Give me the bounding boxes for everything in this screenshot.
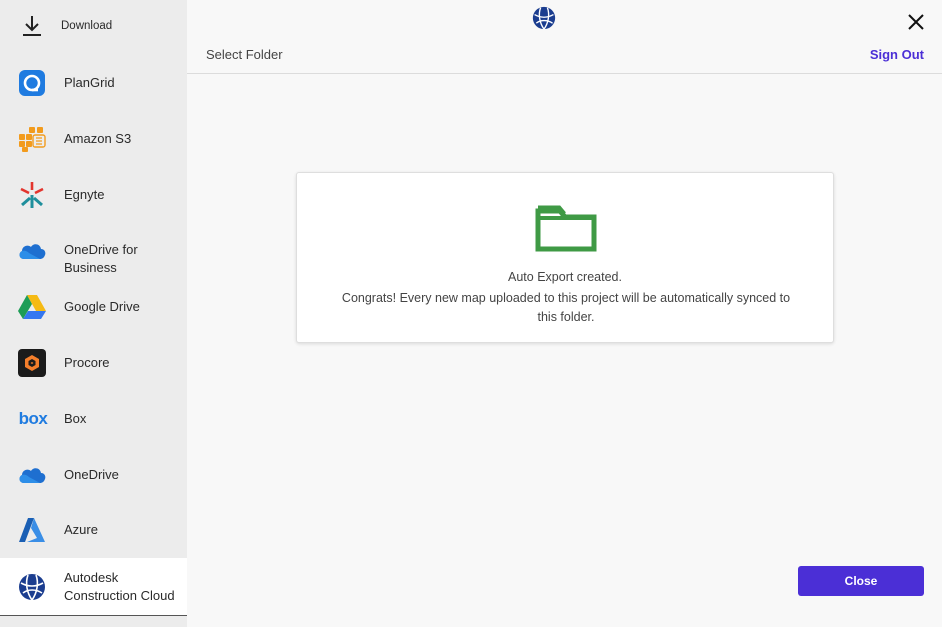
sidebar-item-amazon-s3[interactable]: Amazon S3 bbox=[0, 120, 187, 158]
sign-out-link[interactable]: Sign Out bbox=[870, 47, 924, 62]
success-title: Auto Export created. bbox=[508, 270, 622, 284]
sidebar-item-plangrid[interactable]: PlanGrid bbox=[0, 64, 187, 102]
autodesk-logo-icon bbox=[532, 6, 556, 30]
sidebar-item-label: Procore bbox=[64, 355, 110, 370]
breadcrumb: Select Folder bbox=[206, 47, 283, 62]
sidebar-item-autodesk[interactable]: Autodesk Construction Cloud bbox=[0, 558, 187, 616]
sidebar-item-label: PlanGrid bbox=[64, 75, 115, 90]
sidebar-item-label: OneDrive for Business bbox=[64, 242, 138, 275]
sidebar-item-google-drive[interactable]: Google Drive bbox=[0, 288, 187, 326]
success-card: Auto Export created. Congrats! Every new… bbox=[296, 172, 834, 343]
sidebar-item-procore[interactable]: Procore bbox=[0, 344, 187, 382]
sidebar-item-download[interactable]: Download bbox=[0, 8, 187, 44]
sidebar-item-label: Egnyte bbox=[64, 187, 105, 202]
azure-icon bbox=[18, 516, 46, 544]
close-icon[interactable] bbox=[906, 12, 926, 32]
sidebar-item-label: Google Drive bbox=[64, 299, 140, 314]
sidebar-item-label: Azure bbox=[64, 522, 98, 537]
sidebar-item-label: Box bbox=[64, 411, 87, 426]
close-button[interactable]: Close bbox=[798, 566, 924, 596]
autodesk-icon bbox=[18, 573, 46, 601]
success-message: Congrats! Every new map uploaded to this… bbox=[341, 291, 791, 324]
box-logo-text: box bbox=[18, 409, 48, 428]
box-icon: box bbox=[18, 405, 48, 433]
procore-icon bbox=[18, 349, 46, 377]
sidebar-item-label: Autodesk Construction Cloud bbox=[64, 570, 175, 603]
onedrive-icon bbox=[18, 461, 46, 489]
google-drive-icon bbox=[18, 293, 46, 321]
folder-icon bbox=[535, 203, 597, 253]
egnyte-icon bbox=[18, 181, 46, 209]
sidebar-item-label: OneDrive bbox=[64, 467, 119, 482]
sidebar-item-egnyte[interactable]: Egnyte bbox=[0, 176, 187, 214]
sidebar: Download PlanGrid Amazon S3 Egnyte OneDr… bbox=[0, 0, 187, 627]
plangrid-icon bbox=[18, 69, 46, 97]
sidebar-item-box[interactable]: box Box bbox=[0, 400, 187, 438]
sidebar-item-label: Download bbox=[61, 20, 113, 32]
onedrive-business-icon bbox=[18, 237, 46, 265]
download-icon bbox=[18, 12, 46, 40]
main-panel: Select Folder Sign Out Auto Export creat… bbox=[187, 0, 942, 627]
sidebar-item-onedrive[interactable]: OneDrive bbox=[0, 456, 187, 494]
sidebar-item-label: Amazon S3 bbox=[64, 131, 132, 146]
top-bar: Select Folder Sign Out bbox=[187, 0, 942, 74]
sidebar-item-azure[interactable]: Azure bbox=[0, 511, 187, 549]
sidebar-item-onedrive-business[interactable]: OneDrive for Business bbox=[0, 232, 187, 275]
amazon-s3-icon bbox=[18, 125, 46, 153]
